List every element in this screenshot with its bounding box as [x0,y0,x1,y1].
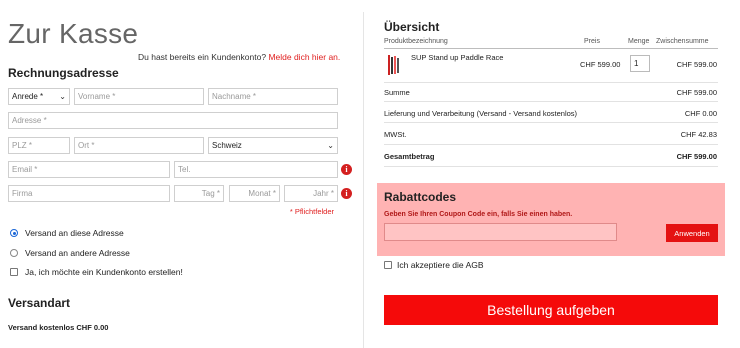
summary-divider [384,82,718,83]
ship-other-label: Versand an andere Adresse [25,248,130,258]
zip-field[interactable] [8,137,70,154]
required-note: * Pflichtfelder [289,207,334,216]
salutation-value: Anrede * [12,92,44,101]
quantity-field[interactable]: 1 [630,55,650,72]
summary-label: Summe [384,88,410,97]
overview-title: Übersicht [384,20,440,34]
birth-year-field[interactable] [284,185,338,202]
header-qty: Menge [628,38,650,45]
place-order-button[interactable]: Bestellung aufgeben [384,295,718,325]
total-label: Gesamtbetrag [384,152,435,161]
checkbox-icon[interactable] [384,261,392,269]
product-name[interactable]: SUP Stand up Paddle Race [411,53,503,62]
coupon-code-input[interactable] [384,223,617,241]
agb-link[interactable]: AGB [466,260,484,270]
country-select[interactable]: Schweiz ⌄ [208,137,338,154]
billing-title: Rechnungsadresse [8,66,119,80]
summary-value: CHF 0.00 [684,109,717,118]
page-title: Zur Kasse [8,18,139,49]
email-field[interactable] [8,161,170,178]
product-image [388,55,399,75]
summary-value: CHF 599.00 [676,88,717,97]
summary-divider [384,101,718,102]
lastname-field[interactable] [208,88,338,105]
summary-divider [384,122,718,123]
firstname-field[interactable] [74,88,204,105]
ship-same-label: Versand an diese Adresse [25,228,124,238]
ship-other-option[interactable]: Versand an andere Adresse [10,248,130,258]
header-subtotal: Zwischensumme [656,38,709,45]
create-account-label: Ja, ich möchte ein Kundenkonto erstellen… [25,267,183,277]
coupon-description: Geben Sie Ihren Coupon Code ein, falls S… [384,211,573,218]
company-field[interactable] [8,185,170,202]
phone-field[interactable] [174,161,338,178]
create-account-option[interactable]: Ja, ich möchte ein Kundenkonto erstellen… [10,267,183,277]
summary-label: Lieferung und Verarbeitung (Versand - Ve… [384,109,578,118]
checkbox-icon[interactable] [10,268,18,276]
salutation-select[interactable]: Anrede * ⌄ [8,88,70,105]
summary-value: CHF 42.83 [680,130,717,139]
apply-coupon-button[interactable]: Anwenden [666,224,718,242]
agb-label: Ich akzeptiere die [397,260,464,270]
summary-label: MWSt. [384,130,407,139]
product-price: CHF 599.00 [580,60,621,69]
product-subtotal: CHF 599.00 [676,60,717,69]
info-icon[interactable]: i [341,188,352,199]
chevron-down-icon: ⌄ [59,92,66,101]
total-value: CHF 599.00 [676,152,717,161]
address-field[interactable] [8,112,338,129]
birth-month-field[interactable] [229,185,280,202]
birth-day-field[interactable] [174,185,224,202]
coupon-title: Rabattcodes [384,190,457,204]
shipping-title: Versandart [8,296,71,310]
summary-divider [384,144,718,145]
summary-divider [384,166,718,167]
shipping-text: Versand kostenlos CHF 0.00 [8,323,109,332]
ship-same-option[interactable]: Versand an diese Adresse [10,228,124,238]
login-link[interactable]: Melde dich hier an. [268,52,340,62]
radio-icon[interactable] [10,249,18,257]
country-value: Schweiz [212,141,242,150]
login-hint-text: Du hast bereits ein Kundenkonto? [138,52,267,62]
info-icon[interactable]: i [341,164,352,175]
agb-option[interactable]: Ich akzeptiere die AGB [384,260,484,270]
radio-checked-icon[interactable] [10,229,18,237]
column-divider [363,12,364,348]
header-price: Preis [584,38,600,45]
chevron-down-icon: ⌄ [327,141,334,150]
header-divider [384,48,718,49]
city-field[interactable] [74,137,204,154]
login-hint: Du hast bereits ein Kundenkonto? Melde d… [138,52,340,62]
header-product: Produktbezeichnung [384,38,448,45]
